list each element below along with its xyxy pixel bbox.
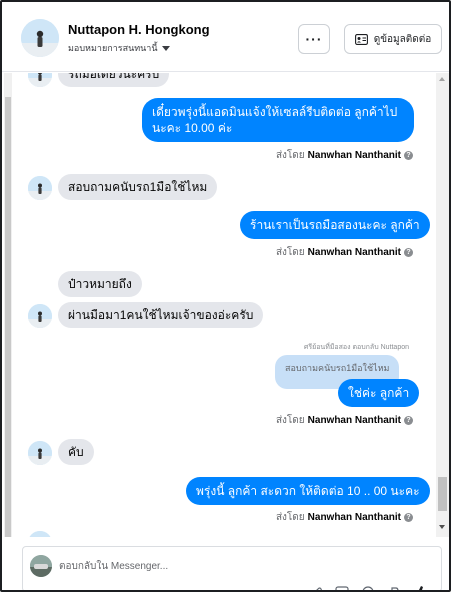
page-avatar bbox=[30, 555, 52, 577]
more-options-button[interactable]: ··· bbox=[298, 24, 330, 54]
composer-toolbar bbox=[309, 583, 427, 590]
assign-label: มอบหมายการสนทนานี้ bbox=[68, 43, 158, 53]
scrollbar-thumb bbox=[438, 477, 447, 511]
sent-by-label: ส่งโดย Nanwhan Nanthanit? bbox=[276, 245, 413, 260]
assign-conversation-dropdown[interactable]: มอบหมายการสนทนานี้ bbox=[68, 41, 170, 55]
incoming-message: สอบถามคนับรถ1มือใช้ไหม bbox=[58, 174, 218, 200]
left-panel-scrollbar[interactable] bbox=[4, 73, 12, 537]
view-contact-info-label: ดูข้อมูลติดต่อ bbox=[373, 33, 432, 45]
incoming-message: ผ่านมือมา1คนใช้ไหมเจ้าของอ่ะครับ bbox=[58, 302, 264, 328]
caret-down-icon bbox=[161, 45, 170, 51]
sent-by-label: ส่งโดย Nanwhan Nanthanit? bbox=[276, 148, 413, 163]
incoming-message: รถมือเดียวนะครับ bbox=[58, 73, 170, 87]
incoming-message: คับ bbox=[58, 439, 94, 465]
help-icon: ? bbox=[404, 513, 413, 522]
payment-icon[interactable] bbox=[387, 583, 401, 590]
outgoing-message: ใช่ค่ะ ลูกค้า bbox=[338, 379, 420, 407]
outgoing-message: พรุ่งนี้ ลูกค้า สะดวก ให้ติดต่อ 10 .. 00… bbox=[186, 477, 430, 505]
reply-input[interactable] bbox=[59, 556, 319, 576]
conversation-header: Nuttapon H. Hongkong มอบหมายการสนทนานี้ … bbox=[2, 2, 449, 72]
contact-avatar-small bbox=[28, 304, 52, 328]
view-contact-info-button[interactable]: ดูข้อมูลติดต่อ bbox=[344, 24, 442, 54]
messenger-conversation-window: Nuttapon H. Hongkong มอบหมายการสนทนานี้ … bbox=[0, 0, 451, 592]
contact-avatar-small bbox=[28, 441, 52, 465]
contact-card-icon bbox=[354, 33, 368, 45]
contact-avatar-small bbox=[28, 176, 52, 200]
contact-avatar[interactable] bbox=[21, 19, 59, 57]
message-thread-scrollbar[interactable] bbox=[436, 73, 449, 537]
attachment-icon[interactable] bbox=[309, 583, 323, 590]
scroll-down-icon bbox=[439, 525, 445, 529]
help-icon: ? bbox=[404, 248, 413, 257]
reply-context-label: ศรีย้อนที่มือสอง ตอบกลับ Nuttapon bbox=[303, 344, 409, 351]
outgoing-message: ร้านเราเป็นรถมือสองนะคะ ลูกค้า bbox=[240, 211, 430, 239]
saved-replies-icon[interactable] bbox=[335, 583, 349, 590]
contact-avatar-small bbox=[28, 531, 52, 537]
emoji-icon[interactable] bbox=[361, 583, 375, 590]
contact-avatar-small bbox=[28, 73, 52, 87]
sent-by-label: ส่งโดย Nanwhan Nanthanit? bbox=[276, 413, 413, 428]
help-icon: ? bbox=[404, 151, 413, 160]
sent-by-label: ส่งโดย Nanwhan Nanthanit? bbox=[276, 510, 413, 525]
scroll-up-icon bbox=[439, 77, 445, 81]
contact-name[interactable]: Nuttapon H. Hongkong bbox=[68, 22, 210, 37]
message-thread: รถมือเดียวนะครับ เดี๋ยวพรุ่งนี้แอดมินแจ้… bbox=[2, 73, 449, 537]
more-dots-icon: ··· bbox=[305, 31, 323, 47]
incoming-message: ป๋าวหมายถึง bbox=[58, 271, 142, 297]
help-icon: ? bbox=[404, 416, 413, 425]
outgoing-message: เดี๋ยวพรุ่งนี้แอดมินแจ้งให้เซลล์รีบติดต่… bbox=[142, 98, 414, 142]
reply-composer bbox=[22, 546, 442, 590]
like-icon[interactable] bbox=[413, 583, 427, 590]
